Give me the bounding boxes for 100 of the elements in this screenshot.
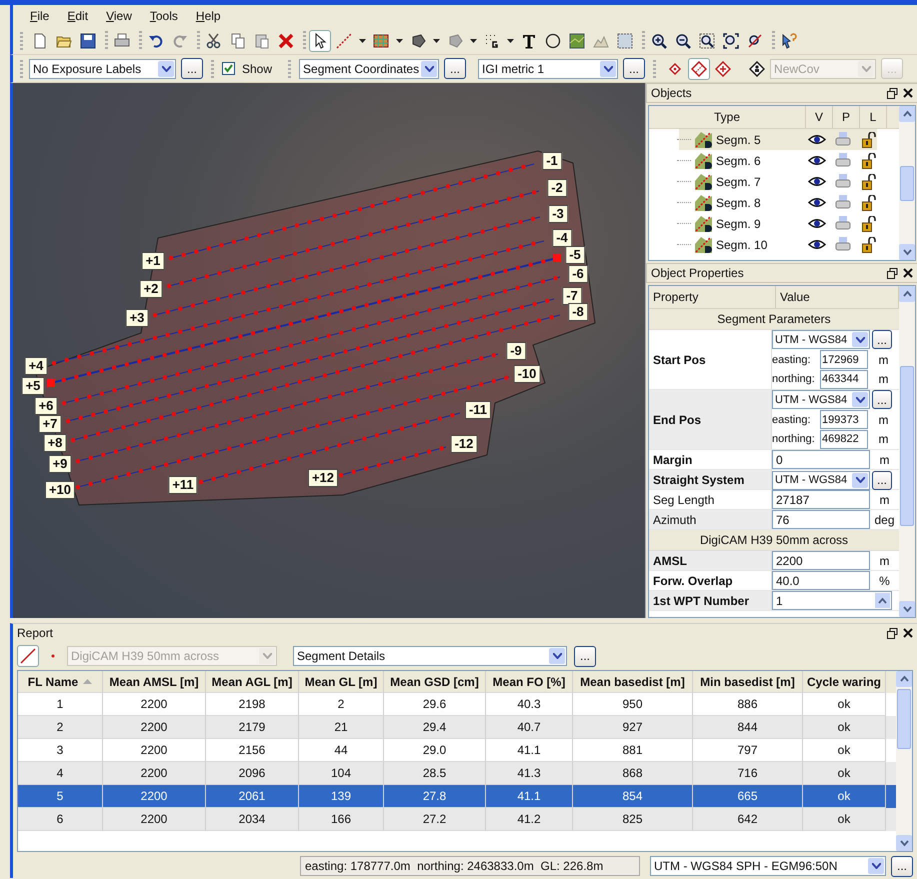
printer-icon[interactable] (835, 216, 851, 231)
object-row[interactable]: Segm. 9 (649, 213, 899, 234)
column-header[interactable]: Mean FO [%] (486, 671, 573, 693)
column-header[interactable]: Mean GL [m] (299, 671, 384, 693)
padlock-icon[interactable] (862, 132, 876, 148)
printer-icon[interactable] (835, 174, 851, 189)
more-button[interactable]: ... (181, 58, 203, 79)
chevron-down-icon[interactable] (856, 396, 864, 403)
eye-icon[interactable] (808, 155, 826, 166)
table-row[interactable]: 5 2200 2061 139 27.8 41.1 854 665 ok (18, 785, 896, 808)
column-header[interactable]: Mean AGL [m] (206, 671, 299, 693)
scroll-down-button[interactable] (896, 835, 912, 851)
scrollbar-thumb[interactable] (900, 366, 914, 526)
northing-field[interactable]: 469822 (820, 430, 868, 449)
chevron-down-icon[interactable] (552, 653, 562, 659)
padlock-icon[interactable] (862, 236, 876, 252)
object-row[interactable]: Segm. 6 (649, 150, 899, 171)
value-field[interactable]: 0 (772, 450, 870, 469)
chevron-down-icon[interactable] (856, 336, 864, 343)
scroll-up-button[interactable] (899, 286, 915, 302)
scroll-up-button[interactable] (899, 106, 915, 122)
more-button[interactable]: ... (623, 58, 646, 79)
menu-item[interactable]: Help (186, 9, 230, 23)
coordinate-system-dropdown[interactable]: UTM - WGS84 (772, 330, 870, 350)
chevron-down-icon[interactable] (872, 863, 880, 869)
column-header[interactable]: Min basedist [m] (693, 671, 803, 693)
value-field[interactable]: 2200 (772, 551, 870, 570)
more-button[interactable]: ... (872, 330, 892, 350)
report-type-dropdown[interactable]: Segment Details (293, 646, 567, 666)
line-tool-icon[interactable] (17, 645, 39, 667)
more-button[interactable]: ... (574, 646, 596, 666)
printer-icon[interactable] (835, 132, 851, 147)
column-header[interactable]: FL Name (18, 671, 103, 693)
coordinate-system-dropdown[interactable]: UTM - WGS84 SPH - EGM96:50N (650, 856, 886, 876)
spin-up-icon[interactable] (878, 596, 887, 604)
column-header[interactable]: P (833, 106, 860, 128)
close-icon[interactable] (903, 628, 913, 638)
more-button[interactable]: ... (872, 470, 892, 490)
column-header[interactable]: Cycle waring (803, 671, 886, 693)
object-row[interactable]: Segm. 7 (649, 171, 899, 192)
caret-icon[interactable] (433, 38, 440, 42)
menu-item[interactable]: Tools (140, 9, 187, 23)
column-header[interactable]: Mean GSD [cm] (384, 671, 486, 693)
close-icon[interactable] (903, 268, 913, 278)
northing-field[interactable]: 463344 (820, 370, 868, 389)
scroll-down-button[interactable] (899, 601, 915, 617)
padlock-icon[interactable] (862, 174, 876, 190)
metric-dropdown[interactable]: IGI metric 1 (478, 58, 618, 78)
eye-icon[interactable] (808, 197, 826, 208)
close-icon[interactable] (903, 88, 913, 98)
padlock-icon[interactable] (862, 216, 876, 232)
value-field[interactable]: 76 (772, 510, 870, 529)
value-field[interactable]: 40.0 (772, 571, 870, 590)
menu-item[interactable]: View (97, 9, 141, 23)
column-header[interactable]: Mean basedist [m] (573, 671, 693, 693)
more-button[interactable]: ... (891, 856, 913, 876)
eye-icon[interactable] (808, 239, 826, 250)
padlock-icon[interactable] (862, 194, 876, 210)
show-checkbox[interactable] (222, 62, 235, 75)
caret-icon[interactable] (507, 38, 514, 42)
scroll-up-button[interactable] (896, 671, 912, 687)
column-header[interactable]: Mean AMSL [m] (103, 671, 206, 693)
more-button[interactable]: ... (444, 58, 466, 79)
menu-item[interactable]: Edit (58, 9, 98, 23)
eye-icon[interactable] (808, 134, 826, 145)
column-header[interactable]: Property (649, 286, 776, 308)
column-header[interactable]: Type (649, 106, 806, 128)
restore-icon[interactable] (887, 628, 898, 638)
chevron-down-icon[interactable] (604, 66, 613, 72)
more-button[interactable]: ... (872, 390, 892, 410)
chevron-down-icon[interactable] (856, 477, 864, 483)
printer-icon[interactable] (835, 195, 851, 210)
table-row[interactable]: 6 2200 2034 166 27.2 41.2 825 642 ok (18, 808, 896, 831)
padlock-icon[interactable] (862, 152, 876, 168)
diamond-line-icon[interactable] (688, 58, 710, 80)
scroll-down-button[interactable] (899, 244, 915, 260)
object-row[interactable]: Segm. 10 (649, 234, 899, 255)
caret-icon[interactable] (470, 38, 477, 42)
table-row[interactable]: 2 2200 2179 21 29.4 40.7 927 844 ok (18, 716, 896, 739)
eye-icon[interactable] (808, 176, 826, 187)
caret-icon[interactable] (396, 38, 403, 42)
eye-icon[interactable] (808, 218, 826, 229)
chevron-down-icon[interactable] (424, 66, 434, 72)
table-row[interactable]: 4 2200 2096 104 28.5 41.3 868 716 ok (18, 762, 896, 785)
printer-icon[interactable] (835, 237, 851, 252)
menu-item[interactable]: File (21, 9, 58, 23)
object-row[interactable]: Segm. 8 (649, 192, 899, 213)
column-header[interactable]: V (806, 106, 833, 128)
coordinates-dropdown[interactable]: Segment Coordinates (299, 58, 440, 78)
scrollbar-thumb[interactable] (897, 689, 911, 749)
coordinate-system-dropdown[interactable]: UTM - WGS84 (772, 470, 870, 490)
exposure-labels-dropdown[interactable]: No Exposure Labels (29, 58, 176, 78)
printer-icon[interactable] (835, 153, 851, 168)
column-header[interactable]: L (860, 106, 887, 128)
easting-field[interactable]: 172969 (820, 350, 868, 369)
number-spinner[interactable]: 1 (772, 591, 892, 610)
restore-icon[interactable] (887, 88, 898, 98)
pointer-icon[interactable] (309, 30, 331, 52)
easting-field[interactable]: 199373 (820, 410, 868, 429)
value-field[interactable]: 27187 (772, 490, 870, 509)
